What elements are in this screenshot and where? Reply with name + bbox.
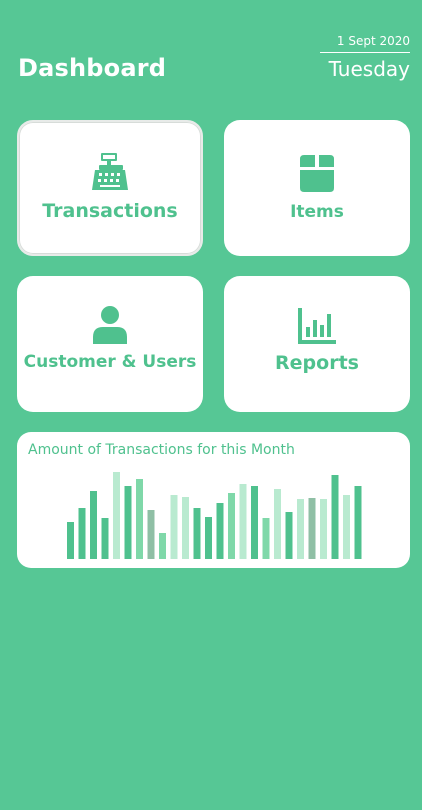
chart-bar [239, 484, 247, 559]
date-label: 1 Sept 2020 [320, 34, 410, 53]
chart-bar [343, 495, 350, 559]
user-icon [93, 306, 127, 344]
chart-bar [101, 518, 109, 559]
reports-tile[interactable]: Reports [224, 276, 410, 412]
bar-chart-icon [298, 308, 336, 344]
chart-bar [297, 499, 304, 559]
customers-label: Customer & Users [23, 352, 197, 372]
chart-bar [228, 493, 235, 559]
chart-bar [274, 489, 281, 559]
chart-bar [331, 475, 339, 559]
page-title: Dashboard [18, 54, 167, 82]
chart-bar [170, 495, 178, 559]
day-label: Tuesday [328, 57, 410, 81]
chart-bar [193, 508, 201, 559]
transactions-bar-chart [67, 472, 362, 559]
chart-bar [124, 486, 132, 559]
chart-bar [308, 498, 316, 559]
transactions-tile[interactable]: Transactions [17, 120, 203, 256]
date-block: 1 Sept 2020 Tuesday [320, 34, 410, 81]
reports-label: Reports [275, 352, 359, 374]
chart-bar [136, 479, 143, 559]
chart-bar [285, 512, 293, 559]
chart-bar [67, 522, 74, 559]
chart-bar [182, 497, 189, 559]
chart-bar [262, 518, 270, 559]
cash-register-icon [92, 153, 128, 190]
items-label: Items [290, 202, 344, 222]
transactions-label: Transactions [42, 200, 178, 222]
chart-bar [354, 486, 362, 559]
chart-bar [147, 510, 155, 559]
box-icon [300, 155, 334, 192]
customers-tile[interactable]: Customer & Users [17, 276, 203, 412]
chart-bar [159, 533, 166, 559]
chart-bar [90, 491, 97, 559]
header: Dashboard 1 Sept 2020 Tuesday [0, 0, 422, 110]
chart-bar [251, 486, 258, 559]
chart-bar [113, 472, 120, 559]
chart-bar [205, 517, 212, 559]
items-tile[interactable]: Items [224, 120, 410, 256]
chart-bar [320, 499, 327, 559]
chart-bar [78, 508, 86, 559]
transactions-chart-card: Amount of Transactions for this Month [17, 432, 410, 568]
chart-bar [216, 503, 224, 559]
